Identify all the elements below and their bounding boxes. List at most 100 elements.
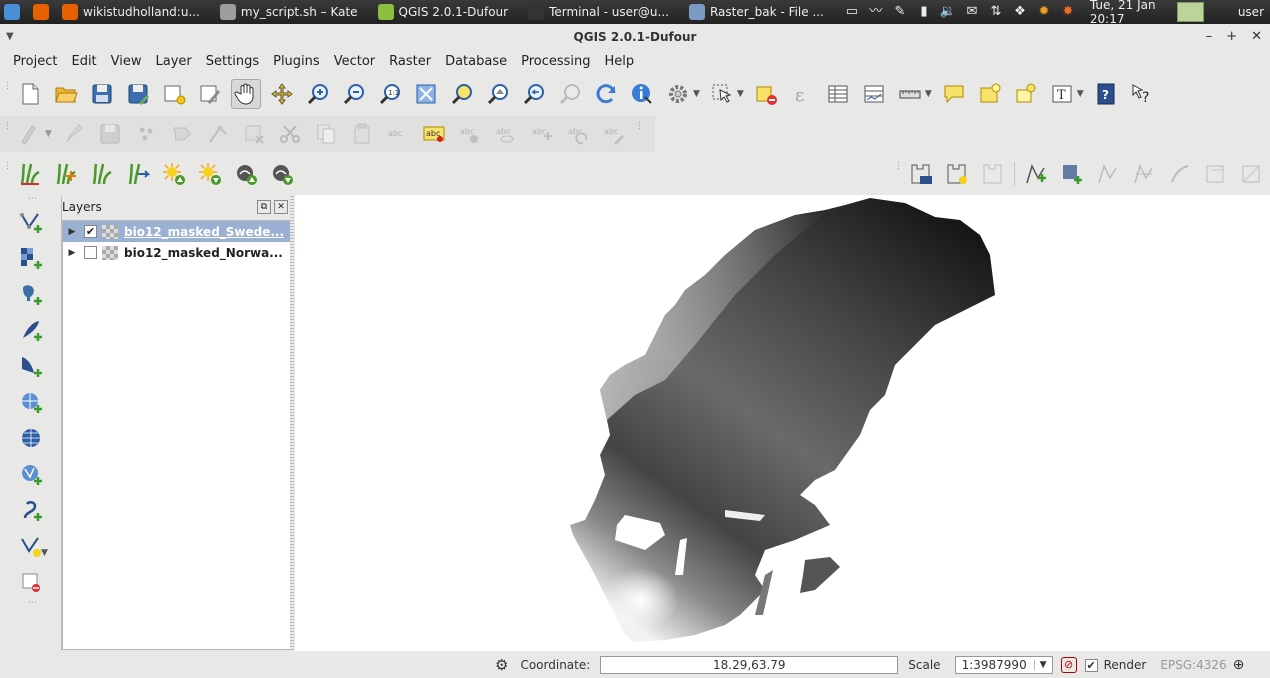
- menu-help[interactable]: Help: [598, 54, 642, 69]
- add-feature-button[interactable]: [131, 119, 161, 149]
- menu-layer[interactable]: Layer: [149, 54, 199, 69]
- add-grass-vector-button[interactable]: [159, 159, 189, 189]
- delete-selected-button[interactable]: [239, 119, 269, 149]
- identify-button[interactable]: [627, 79, 657, 109]
- edit-grass-vector-button[interactable]: [231, 159, 261, 189]
- battery-icon[interactable]: ▮: [915, 4, 933, 20]
- user-menu[interactable]: user: [1232, 5, 1270, 19]
- render-checkbox[interactable]: ✔: [1084, 658, 1098, 672]
- stop-render-icon[interactable]: ⊘: [1060, 657, 1077, 673]
- add-grass-raster-button[interactable]: [195, 159, 225, 189]
- menu-vector[interactable]: Vector: [327, 54, 382, 69]
- pin-labels-button[interactable]: abc: [455, 119, 485, 149]
- expand-arrow-icon[interactable]: ▶: [63, 248, 81, 258]
- new-print-composer-button[interactable]: [159, 79, 189, 109]
- grass-region-button[interactable]: [267, 159, 297, 189]
- zoom-full-button[interactable]: [411, 79, 441, 109]
- menu-processing[interactable]: Processing: [514, 54, 597, 69]
- whats-this-button[interactable]: ?: [1127, 79, 1157, 109]
- composer-manager-button[interactable]: [195, 79, 225, 109]
- toolbar-grip[interactable]: ⋯: [28, 599, 37, 608]
- taskbar-item[interactable]: my_script.sh – Kate: [216, 0, 374, 24]
- zoom-native-button[interactable]: 1:1: [375, 79, 405, 109]
- open-mapset-button[interactable]: [15, 159, 45, 189]
- toggle-editing-button[interactable]: [59, 119, 89, 149]
- menu-database[interactable]: Database: [438, 54, 514, 69]
- crs-status[interactable]: EPSG:4326: [1160, 658, 1226, 672]
- menu-plugins[interactable]: Plugins: [266, 54, 327, 69]
- add-wms-layer-button[interactable]: [16, 387, 46, 417]
- delete-part-button[interactable]: [1129, 159, 1159, 189]
- new-bookmark-button[interactable]: [975, 79, 1005, 109]
- menu-settings[interactable]: Settings: [199, 54, 266, 69]
- toolbar-grip[interactable]: ⋮: [3, 122, 12, 145]
- minimize-button[interactable]: –: [1206, 26, 1213, 48]
- close-button[interactable]: ✕: [1251, 26, 1262, 48]
- close-panel-button[interactable]: ✕: [274, 200, 288, 214]
- new-mapset-button[interactable]: [51, 159, 81, 189]
- taskbar-item[interactable]: wikistudholland:u...: [58, 0, 216, 24]
- layer-visibility-checkbox[interactable]: ✔: [84, 225, 97, 238]
- toolbar-grip[interactable]: ⋯: [28, 195, 37, 204]
- menu-project[interactable]: Project: [6, 54, 64, 69]
- offset-curve-button[interactable]: [1201, 159, 1231, 189]
- layer-row[interactable]: ▶ bio12_masked_Norwa...: [63, 242, 290, 263]
- map-canvas[interactable]: [295, 195, 1270, 651]
- map-tips-button[interactable]: [939, 79, 969, 109]
- toolbar-grip[interactable]: ⋮: [635, 122, 644, 145]
- add-part-button[interactable]: [942, 159, 972, 189]
- pan-to-selection-button[interactable]: [267, 79, 297, 109]
- add-raster-layer-button[interactable]: [16, 243, 46, 273]
- cut-features-button[interactable]: [275, 119, 305, 149]
- statistical-summary-button[interactable]: [859, 79, 889, 109]
- chevron-down-icon[interactable]: ▼: [693, 89, 700, 99]
- maximize-button[interactable]: +: [1226, 26, 1237, 48]
- alert-icon[interactable]: ✸: [1059, 4, 1077, 20]
- add-ring-raster-button[interactable]: [1057, 159, 1087, 189]
- add-postgis-layer-button[interactable]: [16, 279, 46, 309]
- show-bookmarks-button[interactable]: [1011, 79, 1041, 109]
- dropbox-icon[interactable]: ❖: [1011, 4, 1029, 20]
- rotate-label-button[interactable]: abc: [563, 119, 593, 149]
- open-project-button[interactable]: [51, 79, 81, 109]
- add-ring-button[interactable]: [906, 159, 936, 189]
- deselect-features-button[interactable]: [751, 79, 781, 109]
- chevron-down-icon[interactable]: ▼: [45, 129, 52, 139]
- chevron-down-icon[interactable]: ▼: [737, 89, 744, 99]
- toolbar-grip[interactable]: ⋮: [894, 162, 903, 185]
- pan-map-button[interactable]: [231, 79, 261, 109]
- reshape-features-button[interactable]: [1165, 159, 1195, 189]
- toolbar-grip[interactable]: ⋮: [3, 162, 12, 185]
- taskbar-item[interactable]: [0, 0, 29, 24]
- fill-ring-button[interactable]: [978, 159, 1008, 189]
- move-feature-button[interactable]: [167, 119, 197, 149]
- add-vector-layer-button[interactable]: [16, 207, 46, 237]
- chevron-down-icon[interactable]: ▼: [1077, 89, 1084, 99]
- zoom-out-button[interactable]: [339, 79, 369, 109]
- toolbar-grip[interactable]: ⋮: [3, 82, 12, 105]
- chevron-down-icon[interactable]: ▼: [925, 89, 932, 99]
- zoom-last-button[interactable]: [519, 79, 549, 109]
- save-edits-button[interactable]: [95, 119, 125, 149]
- add-delimited-text-button[interactable]: [16, 495, 46, 525]
- chevron-down-icon[interactable]: ▼: [1033, 660, 1052, 670]
- grass-tools-button[interactable]: [123, 159, 153, 189]
- mail-icon[interactable]: ✉: [963, 4, 981, 20]
- add-spatialite-layer-button[interactable]: [16, 315, 46, 345]
- update-icon[interactable]: ✹: [1035, 4, 1053, 20]
- volume-icon[interactable]: 🔉: [939, 4, 957, 20]
- split-features-button[interactable]: [1237, 159, 1267, 189]
- layer-labeling-button[interactable]: abc: [419, 119, 449, 149]
- save-project-button[interactable]: [87, 79, 117, 109]
- measure-line-button[interactable]: [895, 79, 925, 109]
- scale-combobox[interactable]: 1:3987990 ▼: [954, 656, 1053, 674]
- delete-ring-button[interactable]: [1093, 159, 1123, 189]
- layer-tree[interactable]: ▶ ✔ bio12_masked_Swede... ▶ bio12_masked…: [62, 220, 291, 650]
- zoom-in-button[interactable]: [303, 79, 333, 109]
- label-toolbar-button[interactable]: abc: [383, 119, 413, 149]
- chevron-down-icon[interactable]: ▼: [41, 548, 48, 558]
- refresh-button[interactable]: [591, 79, 621, 109]
- add-wfs-layer-button[interactable]: [16, 459, 46, 489]
- active-window-indicator[interactable]: [1176, 2, 1204, 22]
- new-project-button[interactable]: [15, 79, 45, 109]
